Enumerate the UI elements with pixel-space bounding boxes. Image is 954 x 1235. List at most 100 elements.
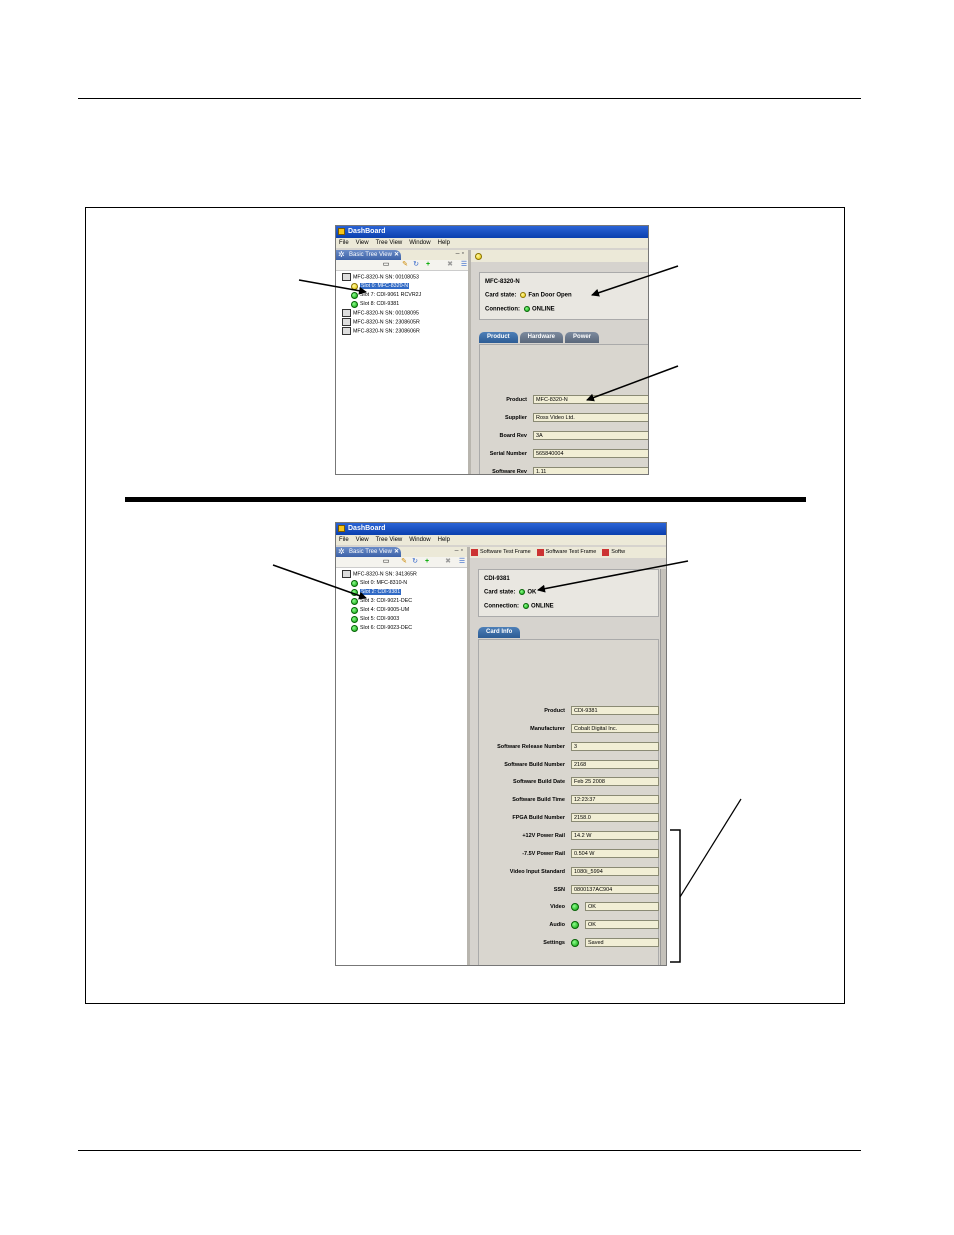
view-tab-label: Basic Tree View — [349, 252, 392, 258]
tree-item[interactable]: Slot 8: CDI-9381 — [342, 300, 468, 309]
menu-file[interactable]: File — [339, 537, 349, 543]
close-icon[interactable]: ✕ — [394, 250, 399, 260]
tree-item[interactable]: MFC-8320-N SN: 341365R — [342, 570, 467, 579]
tab-card-info[interactable]: Card Info — [478, 627, 521, 638]
tree-item[interactable]: MFC-8320-N SN: 2308606R — [342, 327, 468, 336]
card-tabs: Card Info — [478, 627, 522, 639]
field-label: Supplier — [504, 415, 527, 421]
add-icon[interactable]: + — [423, 558, 431, 566]
menu-window[interactable]: Window — [409, 240, 430, 246]
delete-icon[interactable]: ✖ — [446, 261, 454, 269]
tab-power[interactable]: Power — [565, 332, 600, 343]
menu-help[interactable]: Help — [438, 537, 450, 543]
header-rule — [78, 98, 861, 99]
card-header: MFC-8320-N Card state: Fan Door Open Conn… — [479, 272, 648, 320]
tree-item[interactable]: Slot 5: CDI-9003 — [342, 615, 467, 624]
edit-icon[interactable]: ✎ — [400, 558, 408, 566]
basic-tree-view-tab[interactable]: ✲ Basic Tree View ✕ — [336, 547, 401, 557]
add-icon[interactable]: + — [424, 261, 432, 269]
tree-item[interactable]: Slot 0: MFC-8320-N — [342, 282, 468, 291]
field-value: Cobalt Digital Inc. — [571, 723, 659, 733]
editor-tab-software-3[interactable]: Softw — [601, 547, 625, 558]
layout-icon[interactable]: ☰ — [458, 558, 466, 566]
field-value: 14.2 W — [571, 830, 659, 840]
tree-item[interactable]: Slot 0: MFC-8310-N — [342, 579, 467, 588]
card-status-icon — [351, 283, 358, 290]
field-value: 3 — [571, 741, 659, 751]
field-label: +12V Power Rail — [522, 832, 565, 839]
menu-tree-view[interactable]: Tree View — [376, 240, 403, 246]
field-label: Software Build Time — [512, 797, 565, 804]
field-value: 3A — [533, 431, 648, 440]
window-title: DashBoard — [348, 525, 386, 532]
field-label: -7.5V Power Rail — [522, 850, 565, 857]
tree-item[interactable]: Slot 7: CDI-9061 RCVR2J — [342, 291, 468, 300]
field-label: Manufacturer — [530, 725, 565, 732]
tab-product[interactable]: Product — [479, 332, 518, 343]
tree-item-label: Slot 3: CDI-9021-DEC — [360, 598, 413, 604]
menu-help[interactable]: Help — [438, 240, 450, 246]
gear-icon: ✲ — [338, 250, 345, 259]
layout-icon[interactable]: ☰ — [460, 261, 468, 269]
device-frame-icon — [342, 570, 351, 578]
tree-item[interactable]: MFC-8320-N SN: 2308605R — [342, 318, 468, 327]
card-header: CDI-9381 Card state: OK Connection: ONLINE — [478, 569, 659, 617]
basic-tree-view-tab[interactable]: ✲ Basic Tree View ✕ — [336, 250, 401, 260]
card-status-icon — [351, 607, 358, 614]
field-label: Software Rev — [492, 469, 527, 475]
tree-item[interactable]: Slot 6: CDI-9023-DEC — [342, 624, 467, 633]
minimize-maximize-icon[interactable]: ‒ ▫ — [456, 250, 464, 257]
tree-item[interactable]: Slot 2: CDI-9381 — [342, 588, 467, 597]
field-label: Settings — [543, 940, 565, 947]
edit-icon[interactable]: ✎ — [401, 261, 409, 269]
close-icon[interactable]: ✕ — [394, 547, 399, 557]
field-label: Software Release Number — [497, 743, 565, 750]
tab-hardware[interactable]: Hardware — [519, 332, 564, 343]
scrollbar[interactable] — [660, 569, 666, 965]
card-name: CDI-9381 — [484, 576, 510, 582]
tree-item[interactable]: Slot 4: CDI-9005-UM — [342, 606, 467, 615]
field-value: OK — [585, 920, 659, 930]
menu-view[interactable]: View — [356, 537, 369, 543]
field-status-icon — [571, 939, 579, 948]
status-indicator-icon — [475, 253, 482, 260]
tree-item[interactable]: MFC-8320-N SN: 00108095 — [342, 309, 468, 318]
window-title-bar: DashBoard — [336, 523, 666, 535]
menu-tree-view[interactable]: Tree View — [376, 537, 403, 543]
tree-item-label: MFC-8320-N SN: 00108053 — [353, 274, 419, 281]
view-tab-label: Basic Tree View — [349, 549, 392, 555]
tree-item-label: Slot 0: MFC-8320-N — [360, 283, 410, 289]
editor-tab-software-test-frame[interactable]: Software Test Frame — [470, 547, 531, 558]
tree-item-label: MFC-8320-N SN: 341365R — [353, 571, 417, 578]
connection-label: Connection: — [485, 306, 520, 313]
field-value: 2158.0 — [571, 813, 659, 823]
field-label: Software Build Date — [513, 779, 565, 786]
footer-rule — [78, 1150, 861, 1151]
minimize-maximize-icon[interactable]: ‒ ▫ — [455, 547, 463, 554]
refresh-icon[interactable]: ↻ — [412, 261, 420, 269]
device-tree: MFC-8320-N SN: 00108053 Slot 0: MFC-8320-… — [336, 271, 468, 336]
connection-value: ONLINE — [531, 603, 554, 610]
device-frame-icon — [342, 318, 351, 326]
tree-item[interactable]: MFC-8320-N SN: 00108053 — [342, 273, 468, 282]
page-icon[interactable]: ▭ — [382, 558, 390, 566]
menu-file[interactable]: File — [339, 240, 349, 246]
tree-item[interactable]: Slot 3: CDI-9021-DEC — [342, 597, 467, 606]
field-label: Audio — [549, 922, 565, 929]
delete-icon[interactable]: ✖ — [444, 558, 452, 566]
card-status-icon — [351, 589, 358, 596]
card-editor-pane: Software Test Frame Software Test Frame So… — [470, 547, 666, 965]
menu-window[interactable]: Window — [409, 537, 430, 543]
card-status-icon — [351, 625, 358, 632]
menu-view[interactable]: View — [356, 240, 369, 246]
menu-bar: File View Tree View Window Help — [336, 238, 648, 248]
card-status-icon — [351, 598, 358, 605]
refresh-icon[interactable]: ↻ — [411, 558, 419, 566]
editor-tab-software-test-frame-2[interactable]: Software Test Frame — [536, 547, 596, 558]
dashboard-screenshot-bottom: DashBoard File View Tree View Window Help ✲ B… — [335, 522, 667, 966]
dashboard-app-icon — [338, 228, 345, 235]
card-state-icon — [519, 589, 526, 595]
dashboard-screenshot-top: DashBoard File View Tree View Window Help ✲ B… — [335, 225, 649, 475]
field-value: Saved — [585, 938, 659, 948]
page-icon[interactable]: ▭ — [382, 261, 390, 269]
